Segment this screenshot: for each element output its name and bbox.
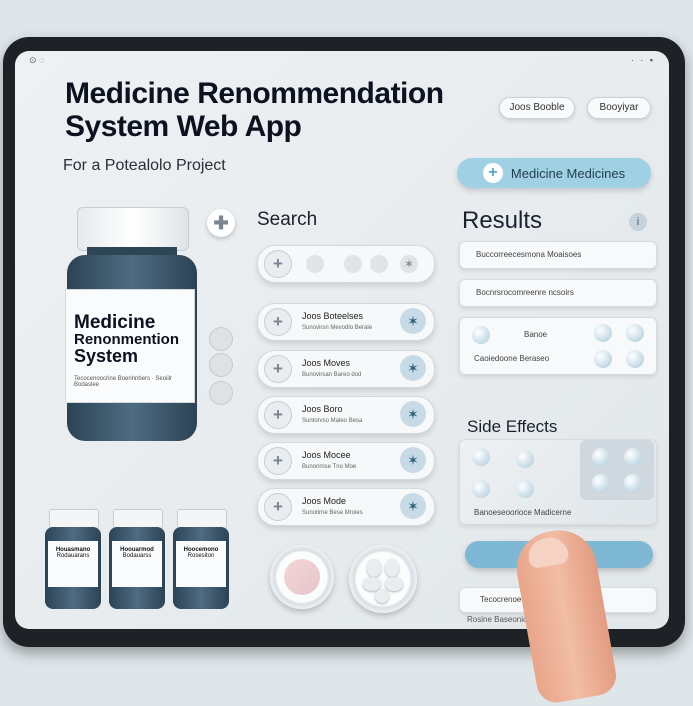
item-name: Joos Boteelses [302, 311, 364, 321]
pill-icon [626, 350, 644, 368]
filter-dot-2-icon[interactable] [344, 255, 362, 273]
add-filter-icon[interactable]: + [264, 250, 292, 278]
add-icon[interactable]: + [264, 447, 292, 475]
small-bottle-1-sub: Rodauarans [56, 553, 90, 559]
top-pill-1[interactable]: Joos Booble [499, 97, 575, 119]
expand-icon[interactable]: ✶ [400, 308, 426, 334]
expand-icon[interactable]: ✶ [400, 355, 426, 381]
title-line-1: Medicine Renommendation [65, 77, 444, 110]
plus-icon: + [482, 163, 503, 183]
page-subtitle: For a Potealolo Project [63, 157, 226, 174]
expand-icon[interactable]: ✶ [400, 447, 426, 473]
pill-icon [516, 480, 534, 498]
bottle-cap [77, 207, 189, 251]
add-icon[interactable]: + [264, 355, 292, 383]
side-effects-card[interactable]: Banoeseoorioce Madicerne [459, 439, 657, 525]
filter-bar[interactable]: + ✶ [257, 245, 435, 283]
page-title: Medicine Renommendation System Web App [65, 77, 444, 143]
item-detail: Bunovirsan Bareo dod [302, 372, 362, 378]
result-card-1[interactable]: Buccorreecesmona Moaisoes [459, 241, 657, 269]
item-name: Joos Moves [302, 358, 351, 368]
bottle-label: Medicine Renonmention System Tecocenoocr… [65, 289, 195, 403]
top-pill-2[interactable]: Booyiyar [587, 97, 651, 119]
search-label: Search [257, 209, 318, 230]
item-name: Joos Mocee [302, 450, 351, 460]
item-detail: Sunovirsn Mevodlo Berale [302, 325, 373, 331]
small-bottle-1: Houasmano Rodauarans [45, 509, 101, 609]
pill-icon [594, 324, 612, 342]
add-icon[interactable]: + [264, 401, 292, 429]
medicine-button[interactable]: + Medicine Medicines [457, 158, 651, 188]
search-result-item[interactable]: + Joos Boro Suntorvso Maleo Besa ✶ [257, 396, 435, 434]
filter-dot-1-icon[interactable] [306, 255, 324, 273]
side-effects-caption: Banoeseoorioce Madicerne [474, 508, 572, 517]
add-icon[interactable]: + [264, 493, 292, 521]
pill-icon [472, 326, 490, 344]
carousel-dot-2[interactable] [209, 353, 233, 377]
blister-pack [580, 440, 654, 500]
result-card-3[interactable]: Banoe Caoiedoone Beraseo [459, 317, 657, 375]
filter-expand-icon[interactable]: ✶ [400, 255, 418, 273]
item-detail: Bunonrnse Tno Moe [302, 464, 357, 470]
add-icon[interactable]: + [264, 308, 292, 336]
pill-icon [626, 324, 644, 342]
result-card-1-text: Buccorreecesmona Moaisoes [476, 250, 582, 259]
side-effects-title: Side Effects [467, 417, 558, 436]
status-left: ⊙ ◌ [29, 55, 45, 65]
result-card-2[interactable]: Bocnrsrocomreenre ncsoirs [459, 279, 657, 307]
title-line-2: System Web App [65, 110, 302, 143]
pill-icon [472, 448, 490, 466]
status-bar: ⊙ ◌ · · ▪ [15, 55, 669, 69]
medicine-bottle-main: Medicine Renonmention System Tecocenoocr… [65, 207, 201, 443]
status-right: · · ▪ [630, 55, 655, 65]
search-result-item[interactable]: + Joos Moves Bunovirsan Bareo dod ✶ [257, 350, 435, 388]
result-card-2-text: Bocnrsrocomreenre ncsoirs [476, 288, 574, 297]
item-name: Joos Boro [302, 404, 343, 414]
small-bottle-3-sub: Rosesiton [187, 553, 215, 559]
bottle-label-fine-print: Tecocenoocrine Boerinnbers · Seoiilr Bod… [74, 376, 173, 388]
item-name: Joos Mode [302, 496, 347, 506]
carousel-dot-3[interactable] [209, 381, 233, 405]
bottle-label-line-3: System [74, 346, 139, 366]
search-result-item[interactable]: + Joos Boteelses Sunovirsn Mevodlo Beral… [257, 303, 435, 341]
search-result-item[interactable]: + Joos Mode Sunotirne Bese Mroies ✶ [257, 488, 435, 526]
result-card-3-name: Banoe [524, 330, 548, 339]
small-bottle-2: Hoouarmod Bodauarss [109, 509, 165, 609]
pill-dish-2 [349, 545, 417, 613]
item-detail: Sunotirne Bese Mroies [302, 510, 363, 516]
search-icon[interactable]: ✚ [207, 209, 235, 237]
bottle-label-line-1: Medicine [74, 312, 156, 333]
pill-dish-1 [270, 545, 334, 609]
small-bottle-3: Hoocemono Rosesiton [173, 509, 229, 609]
expand-icon[interactable]: ✶ [400, 401, 426, 427]
search-result-item[interactable]: + Joos Mocee Bunonrnse Tno Moe ✶ [257, 442, 435, 480]
footer-text: Rosine Baseonic [467, 615, 528, 624]
info-icon[interactable]: i [629, 213, 647, 231]
small-bottle-2-sub: Bodauarss [122, 553, 152, 559]
item-detail: Suntorvso Maleo Besa [302, 418, 363, 424]
expand-icon[interactable]: ✶ [400, 493, 426, 519]
pill-icon [594, 350, 612, 368]
result-card-3-detail: Caoiedoone Beraseo [474, 354, 550, 363]
medicine-button-label: Medicine Medicines [510, 165, 626, 181]
pill-icon [472, 480, 490, 498]
carousel-dot-1[interactable] [209, 327, 233, 351]
results-title: Results [462, 207, 543, 234]
pill-icon [516, 450, 534, 468]
filter-dot-3-icon[interactable] [370, 255, 388, 273]
